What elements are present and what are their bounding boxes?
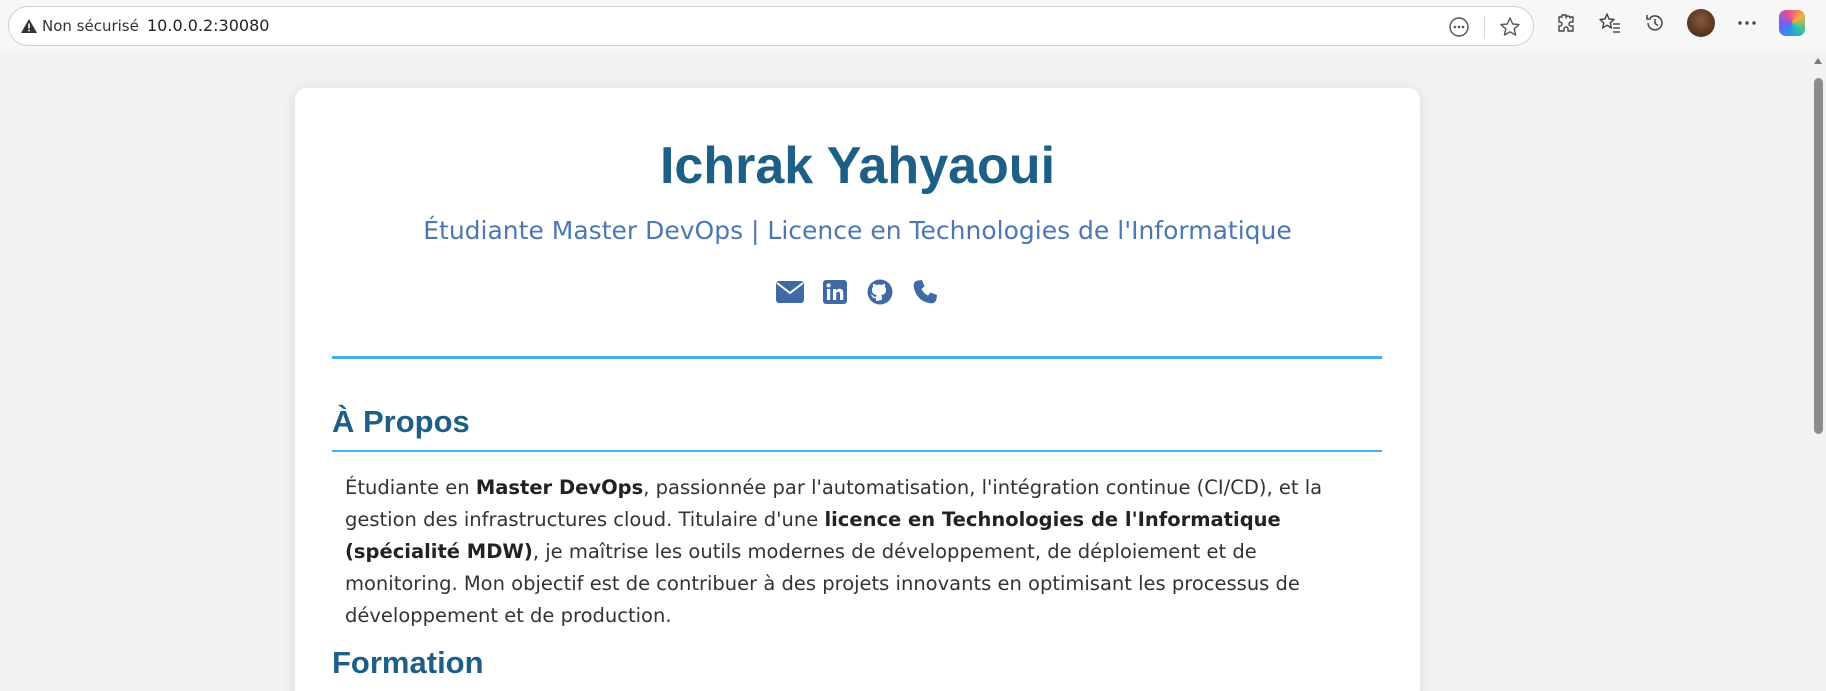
scrollbar[interactable] (1810, 52, 1826, 691)
extensions-icon[interactable] (1552, 10, 1578, 36)
scroll-up-arrow-icon[interactable] (1814, 58, 1822, 64)
social-links (295, 278, 1420, 306)
cv-card: Ichrak Yahyaoui Étudiante Master DevOps … (295, 88, 1420, 691)
header-divider (332, 356, 1382, 359)
security-label[interactable]: Non sécurisé (42, 17, 139, 35)
email-icon[interactable] (776, 278, 804, 306)
about-text: Étudiante en Master DevOps, passionnée p… (345, 472, 1375, 632)
linkedin-icon[interactable] (821, 278, 849, 306)
url-text[interactable]: 10.0.0.2:30080 (147, 16, 269, 35)
history-icon[interactable] (1642, 10, 1668, 36)
favorites-icon[interactable] (1597, 10, 1623, 36)
scroll-thumb[interactable] (1814, 78, 1823, 434)
about-text-bold: Master DevOps (475, 476, 644, 499)
about-section-title: À Propos (332, 404, 470, 439)
more-menu-icon[interactable] (1734, 10, 1760, 36)
formation-section-title: Formation (332, 645, 484, 680)
copilot-icon[interactable] (1779, 10, 1805, 36)
profile-subtitle: Étudiante Master DevOps | Licence en Tec… (423, 216, 1292, 245)
more-actions-icon[interactable] (1446, 14, 1472, 40)
profile-name: Ichrak Yahyaoui (659, 137, 1056, 195)
favorite-star-icon[interactable] (1497, 14, 1523, 40)
about-divider (332, 450, 1382, 452)
browser-chrome: Non sécurisé 10.0.0.2:30080 (0, 0, 1826, 52)
address-bar[interactable]: Non sécurisé 10.0.0.2:30080 (8, 6, 1534, 46)
warning-icon[interactable] (21, 19, 37, 33)
about-text-part: Étudiante en (345, 476, 476, 499)
github-icon[interactable] (866, 278, 894, 306)
phone-icon[interactable] (911, 278, 939, 306)
profile-avatar[interactable] (1687, 9, 1715, 37)
divider (1484, 16, 1485, 38)
